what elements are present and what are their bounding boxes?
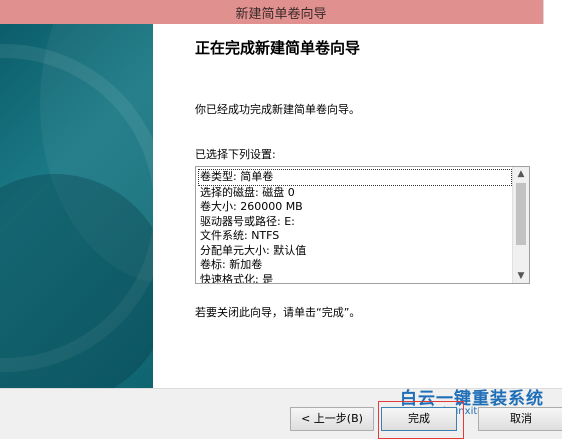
close-button[interactable] <box>543 0 562 24</box>
list-item: 快速格式化: 是 <box>200 272 274 284</box>
button-bar: 白云一键重装系统 www.baiyunxitong.com < 上一步(B) 完… <box>0 388 562 439</box>
close-hint-text: 若要关闭此向导，请单击“完成”。 <box>195 306 361 319</box>
list-item: 卷大小: 260000 MB <box>200 200 303 213</box>
list-item: 卷标: 新加卷 <box>200 258 263 271</box>
settings-list[interactable]: 卷类型: 简单卷 选择的磁盘: 磁盘 0 卷大小: 260000 MB 驱动器号… <box>195 166 530 284</box>
cancel-button[interactable]: 取消 <box>478 407 562 431</box>
page-title: 正在完成新建简单卷向导 <box>195 39 361 57</box>
list-item: 选择的磁盘: 磁盘 0 <box>200 185 295 199</box>
wizard-content: 正在完成新建简单卷向导 你已经成功完成新建简单卷向导。 已选择下列设置: 卷类型… <box>153 24 562 388</box>
finish-button[interactable]: 完成 <box>381 407 457 431</box>
scroll-up-icon[interactable]: ▲ <box>513 167 529 181</box>
wizard-banner <box>0 24 153 388</box>
title-bar: 新建简单卷向导 <box>0 0 562 24</box>
scrollbar-thumb[interactable] <box>516 183 526 245</box>
intro-text: 你已经成功完成新建简单卷向导。 <box>195 103 360 116</box>
back-button[interactable]: < 上一步(B) <box>290 407 374 431</box>
list-item: 分配单元大小: 默认值 <box>200 243 307 257</box>
settings-label: 已选择下列设置: <box>195 148 276 161</box>
list-item: 驱动器号或路径: E: <box>200 214 295 228</box>
settings-scrollbar[interactable]: ▲ ▼ <box>512 167 529 283</box>
list-item: 文件系统: NTFS <box>200 229 280 242</box>
window-title: 新建简单卷向导 <box>235 7 327 22</box>
list-item: 卷类型: 简单卷 <box>198 169 512 186</box>
scroll-down-icon[interactable]: ▼ <box>513 269 529 283</box>
